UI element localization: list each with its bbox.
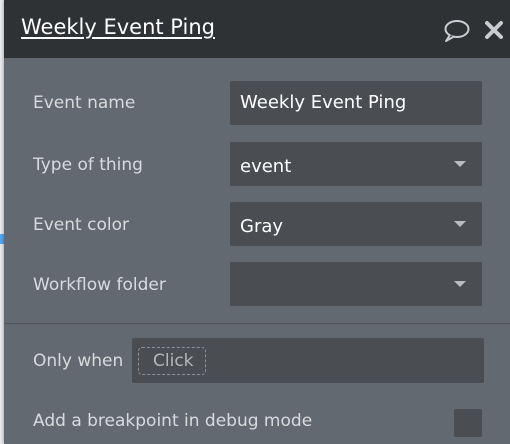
chevron-down-icon	[454, 161, 466, 167]
breakpoint-checkbox[interactable]	[454, 409, 482, 437]
breakpoint-label: Add a breakpoint in debug mode	[33, 411, 313, 431]
event-color-label: Event color	[33, 215, 129, 235]
event-color-dropdown[interactable]: Gray	[230, 202, 482, 246]
event-name-label: Event name	[33, 93, 136, 113]
event-name-input[interactable]: Weekly Event Ping	[230, 81, 482, 125]
type-of-thing-value: event	[240, 156, 292, 177]
panel-title[interactable]: Weekly Event Ping	[21, 15, 215, 39]
event-name-value: Weekly Event Ping	[240, 92, 407, 113]
event-color-value: Gray	[240, 216, 284, 237]
click-placeholder-chip[interactable]: Click	[138, 347, 206, 375]
workflow-folder-dropdown[interactable]	[230, 262, 482, 306]
section-divider	[4, 323, 510, 324]
only-when-label: Only when	[33, 351, 124, 371]
click-placeholder-text: Click	[153, 351, 194, 371]
speech-bubble-icon[interactable]	[442, 19, 470, 43]
type-of-thing-label: Type of thing	[33, 155, 143, 175]
panel-titlebar: Weekly Event Ping	[4, 0, 510, 58]
only-when-expression-field[interactable]: Click	[132, 338, 484, 383]
close-icon[interactable]	[482, 18, 506, 42]
chevron-down-icon	[454, 281, 466, 287]
chevron-down-icon	[454, 221, 466, 227]
workflow-folder-label: Workflow folder	[33, 275, 166, 295]
type-of-thing-dropdown[interactable]: event	[230, 142, 482, 186]
event-properties-panel: Weekly Event Ping Event name Weekly Even…	[4, 0, 510, 444]
